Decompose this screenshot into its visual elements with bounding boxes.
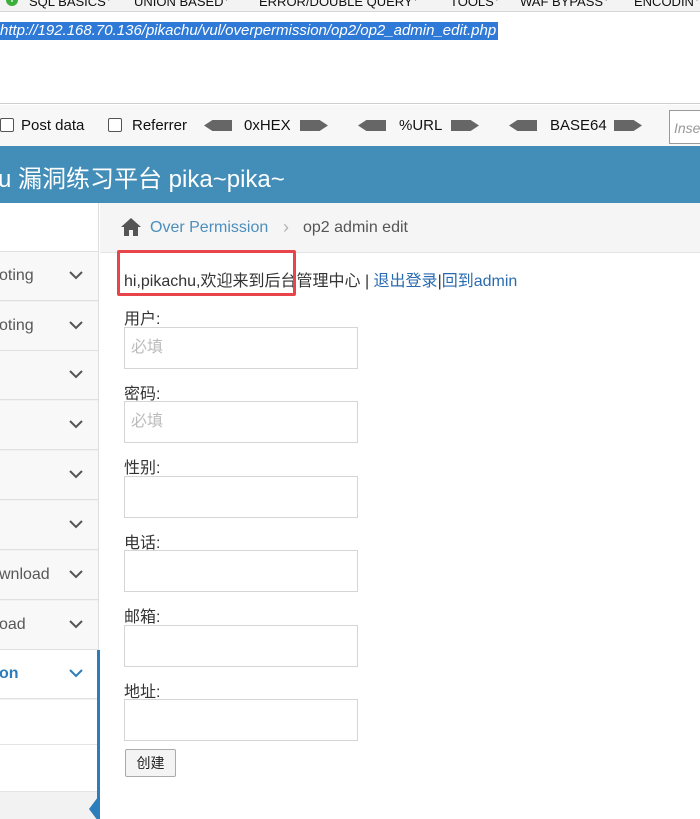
url-decode-arrow-icon[interactable]	[358, 120, 386, 131]
insert-string-input[interactable]: Inse	[669, 110, 700, 144]
sidebar-subitem-2[interactable]	[0, 745, 98, 792]
chevron-down-icon	[69, 520, 83, 529]
post-data-label: Post data	[21, 117, 85, 134]
url-textarea[interactable]: http://192.168.70.136/pikachu/vul/overpe…	[0, 14, 700, 104]
referrer-label: Referrer	[132, 117, 188, 134]
chevron-down-icon	[69, 470, 83, 479]
sidebar-item-top[interactable]	[0, 203, 98, 252]
breadcrumb-separator-icon: ›	[283, 217, 289, 237]
menu-sql-basics[interactable]: SQL BASICS	[29, 0, 111, 9]
add-icon[interactable]: +	[6, 0, 18, 6]
sidebar-item-label: on	[0, 665, 19, 682]
sidebar-item-3[interactable]	[0, 351, 98, 400]
chevron-down-icon	[69, 620, 83, 629]
menu-union-based[interactable]: UNION BASED	[134, 0, 229, 9]
menu-waf-bypass[interactable]: WAF BYPASS	[520, 0, 608, 9]
base64-decode-arrow-icon[interactable]	[509, 120, 537, 131]
sidebar-item-unsafe-download[interactable]: wnload	[0, 551, 98, 600]
address-input[interactable]	[124, 699, 358, 741]
menu-tools[interactable]: TOOLS	[450, 0, 499, 9]
chevron-down-icon	[69, 669, 83, 678]
password-input[interactable]	[124, 401, 358, 443]
email-input[interactable]	[124, 625, 358, 667]
url-encode-label: %URL	[399, 117, 443, 134]
username-input[interactable]	[124, 327, 358, 369]
sidebar-item-over-permission[interactable]: on	[0, 650, 98, 699]
url-encode-arrow-icon[interactable]	[451, 120, 479, 131]
post-data-checkbox[interactable]	[0, 118, 14, 132]
gender-label: 性别:	[124, 460, 161, 477]
username-label: 用户:	[124, 311, 161, 328]
referrer-checkbox[interactable]	[108, 118, 122, 132]
base64-label: BASE64	[550, 117, 607, 134]
hex-decode-arrow-icon[interactable]	[204, 120, 232, 131]
breadcrumb: Over Permission › op2 admin edit	[100, 203, 700, 253]
logout-link[interactable]: 退出登录	[374, 273, 438, 290]
sidebar-item-4[interactable]	[0, 401, 98, 450]
chevron-down-icon	[69, 570, 83, 579]
menu-error-double-query[interactable]: ERROR/DOUBLE QUERY	[259, 0, 418, 9]
hackbar-options: Post data Referrer 0xHEX %URL BASE64	[0, 105, 700, 146]
chevron-down-icon	[69, 420, 83, 429]
sidebar-item-label: oad	[0, 616, 26, 633]
app-header: u 漏洞练习平台 pika~pika~	[0, 146, 700, 203]
base64-encode-arrow-icon[interactable]	[614, 120, 642, 131]
sidebar-item-label: oting	[0, 317, 34, 334]
gender-input[interactable]	[124, 476, 358, 518]
sidebar-item-label: oting	[0, 267, 34, 284]
hackbar-menu: + SQL BASICS UNION BASED ERROR/DOUBLE QU…	[0, 0, 700, 12]
breadcrumb-over-permission-link[interactable]: Over Permission	[150, 219, 268, 237]
hex-label: 0xHEX	[244, 117, 291, 134]
sidebar-subitem-1[interactable]	[0, 700, 98, 745]
url-text: http://192.168.70.136/pikachu/vul/overpe…	[0, 22, 499, 40]
email-label: 邮箱:	[124, 609, 161, 626]
sidebar-active-indicator	[97, 650, 100, 819]
sidebar-item-6[interactable]	[0, 501, 98, 550]
hex-encode-arrow-icon[interactable]	[300, 120, 328, 131]
create-button[interactable]: 创建	[125, 749, 176, 777]
app-title[interactable]: u 漏洞练习平台 pika~pika~	[0, 159, 285, 194]
chevron-down-icon	[69, 321, 83, 330]
chevron-down-icon	[69, 370, 83, 379]
sidebar-item-1[interactable]: oting	[0, 252, 98, 301]
chevron-down-icon	[69, 271, 83, 280]
home-icon[interactable]	[120, 217, 142, 237]
annotation-highlight-box	[117, 250, 296, 296]
welcome-separator: |	[360, 273, 374, 290]
back-to-admin-link[interactable]: 回到admin	[442, 273, 518, 290]
breadcrumb-current: op2 admin edit	[303, 219, 408, 236]
sidebar-item-unsafe-upload[interactable]: oad	[0, 601, 98, 650]
menu-encoding[interactable]: ENCODIN	[634, 0, 699, 9]
sidebar-item-5[interactable]	[0, 451, 98, 500]
sidebar: oting oting wnload oad on	[0, 203, 99, 819]
phone-input[interactable]	[124, 550, 358, 592]
sidebar-active-pointer-icon	[89, 797, 98, 819]
sidebar-item-2[interactable]: oting	[0, 302, 98, 351]
sidebar-item-label: wnload	[0, 566, 50, 583]
